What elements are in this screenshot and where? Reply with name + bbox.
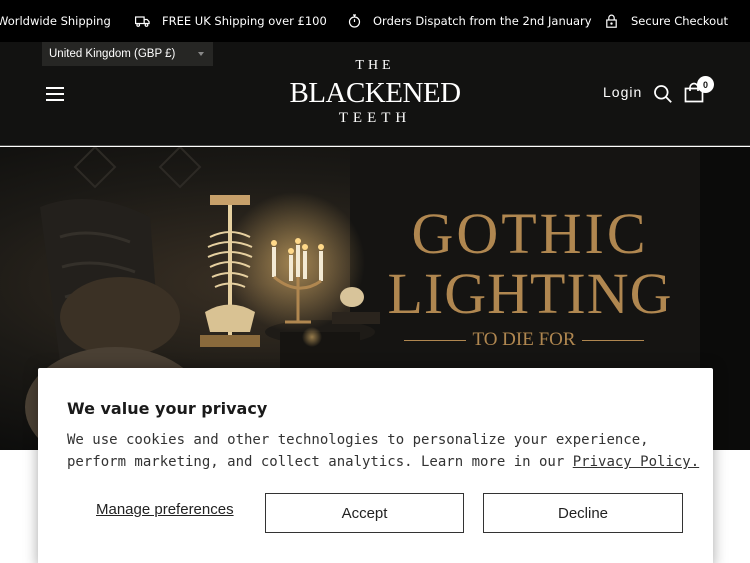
hero-headline: GOTHIC LIGHTING [380, 205, 680, 323]
country-selector[interactable]: United Kingdom (GBP £) [42, 42, 213, 66]
announcement-text: Orders Dispatch from the 2nd January [373, 14, 592, 28]
announcement-text: Secure Checkout [631, 14, 728, 28]
accept-button[interactable]: Accept [265, 493, 464, 533]
country-selector-label: United Kingdom (GBP £) [49, 48, 176, 60]
cookie-consent-banner: We value your privacy We use cookies and… [38, 368, 713, 563]
menu-icon[interactable] [46, 87, 64, 101]
hero-headline-line1: GOTHIC [411, 201, 649, 266]
hero-tagline: TO DIE FOR [404, 329, 644, 351]
announcement-worldwide: Worldwide Shipping [0, 0, 111, 42]
site-header: United Kingdom (GBP £) THE BLACKENED TEE… [0, 42, 750, 146]
announcement-secure: Secure Checkout [606, 0, 728, 42]
cookie-banner-body: We use cookies and other technologies to… [67, 432, 649, 470]
search-icon[interactable] [653, 84, 673, 104]
chevron-down-icon [198, 52, 204, 56]
announcement-bar: Worldwide Shipping FREE UK Shipping over… [0, 0, 750, 42]
logo-line-teeth: TEETH [338, 110, 412, 126]
cookie-banner-text: We use cookies and other technologies to… [67, 429, 707, 473]
truck-icon [135, 15, 150, 27]
lock-icon [606, 14, 617, 28]
announcement-text: Worldwide Shipping [0, 14, 111, 28]
stopwatch-icon [348, 14, 361, 28]
site-logo[interactable]: THE BLACKENED TEETH [288, 58, 462, 130]
announcement-text: FREE UK Shipping over £100 [162, 14, 327, 28]
privacy-policy-link[interactable]: Privacy Policy. [573, 454, 699, 470]
logo-line-blackened: BLACKENED [289, 77, 461, 109]
hero-tagline-text: TO DIE FOR [472, 329, 576, 350]
hero-headline-line2: LIGHTING [387, 261, 673, 326]
cart-count-badge: 0 [697, 76, 714, 93]
logo-line-the: THE [355, 58, 395, 73]
announcement-dispatch: Orders Dispatch from the 2nd January [348, 0, 592, 42]
login-link[interactable]: Login [603, 84, 642, 100]
decline-button[interactable]: Decline [483, 493, 683, 533]
divider [582, 340, 644, 341]
cookie-banner-title: We value your privacy [67, 399, 268, 418]
announcement-free-shipping: FREE UK Shipping over £100 [135, 0, 327, 42]
divider [404, 340, 466, 341]
manage-preferences-link[interactable]: Manage preferences [96, 501, 234, 518]
